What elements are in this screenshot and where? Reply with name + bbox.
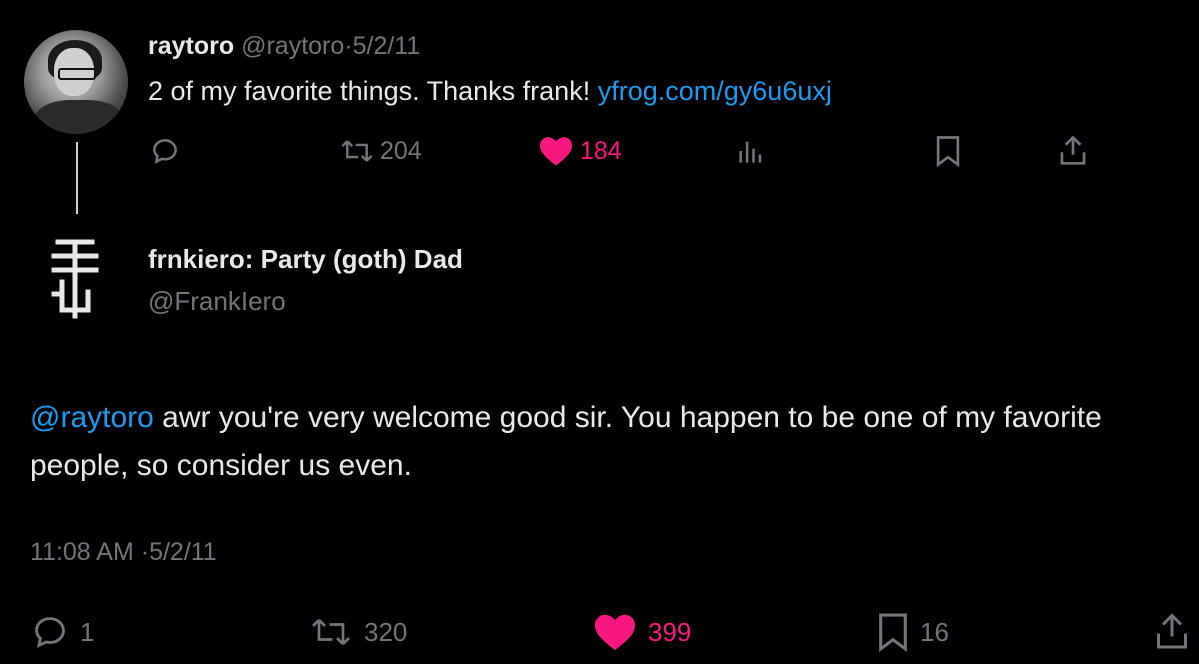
share-button[interactable]	[1058, 134, 1094, 168]
share-icon	[1157, 613, 1187, 649]
display-name[interactable]: raytoro	[148, 32, 234, 60]
bookmark-icon	[936, 136, 960, 167]
retweet-icon	[341, 140, 373, 162]
tweet-time[interactable]: 11:08 AM	[30, 538, 134, 566]
handle[interactable]: @raytoro	[241, 32, 344, 60]
bookmark-button[interactable]: 16	[876, 612, 949, 652]
analytics-icon	[739, 141, 762, 163]
retweet-count: 320	[364, 616, 408, 647]
tweet1-header: raytoro @raytoro·5/2/11	[148, 32, 420, 61]
bookmark-button[interactable]	[934, 134, 968, 168]
handle-frankiero[interactable]: @FrankIero	[148, 286, 286, 317]
reply-icon	[35, 617, 65, 648]
heart-icon	[595, 614, 635, 651]
reply-count: 1	[80, 616, 95, 647]
frnkiero-logo-avatar[interactable]	[40, 236, 110, 320]
retweet-count: 204	[380, 136, 422, 165]
tweet-body: 2 of my favorite things. Thanks frank!	[148, 76, 591, 106]
separator: ·	[140, 538, 150, 566]
avatar-glasses	[58, 68, 96, 80]
tweet-date[interactable]: 5/2/11	[353, 32, 421, 60]
retweet-button[interactable]: 320	[308, 612, 407, 652]
like-count: 399	[648, 616, 692, 647]
bookmark-count: 16	[920, 616, 949, 647]
tweet2-text: @raytoro awr you're very welcome good si…	[30, 394, 1170, 490]
tweet1-text: 2 of my favorite things. Thanks frank! y…	[148, 76, 832, 107]
thread-line	[76, 142, 78, 214]
retweet-icon	[312, 619, 350, 645]
retweet-button[interactable]: 204	[340, 134, 422, 168]
avatar-body	[34, 100, 124, 134]
bookmark-icon	[879, 613, 907, 652]
tweet-date[interactable]: 5/2/11	[149, 538, 217, 566]
like-count: 184	[580, 136, 622, 165]
share-icon	[1060, 135, 1086, 165]
like-button[interactable]: 184	[538, 134, 622, 168]
yfrog-link[interactable]: yfrog.com/gy6u6uxj	[598, 76, 832, 106]
heart-icon	[540, 137, 572, 166]
tweet2-timestamp: 11:08 AM ·5/2/11	[30, 538, 217, 567]
views-button[interactable]	[736, 134, 770, 168]
like-button[interactable]: 399	[592, 612, 691, 652]
display-name-frnkiero[interactable]: frnkiero: Party (goth) Dad	[148, 244, 463, 275]
mention-link[interactable]: @raytoro	[30, 401, 154, 434]
reply-button[interactable]: 1	[30, 612, 94, 652]
avatar-raytoro[interactable]	[24, 30, 128, 134]
reply-button[interactable]	[150, 134, 186, 168]
share-button[interactable]	[1154, 612, 1199, 652]
reply-icon	[153, 139, 177, 164]
separator: ·	[344, 32, 353, 60]
tweet-body: awr you're very welcome good sir. You ha…	[30, 401, 1102, 482]
